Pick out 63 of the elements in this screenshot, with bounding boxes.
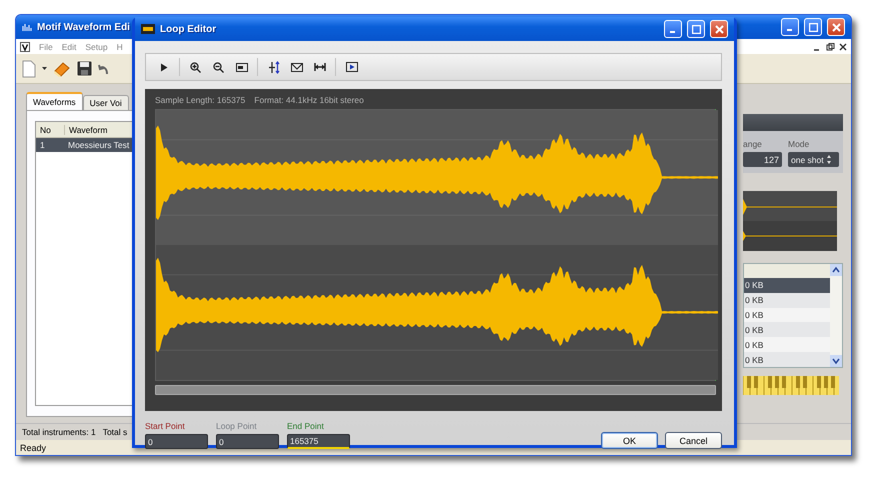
mode-spinner[interactable]: one shot bbox=[788, 152, 839, 167]
close-icon bbox=[832, 22, 840, 32]
maximize-icon bbox=[692, 24, 700, 34]
minimize-button[interactable] bbox=[664, 20, 682, 38]
point-input-field[interactable]: 0 bbox=[145, 434, 208, 449]
column-header[interactable]: No bbox=[36, 124, 65, 134]
eraser-icon[interactable] bbox=[53, 60, 71, 76]
close-icon bbox=[714, 24, 724, 34]
play-icon bbox=[160, 62, 168, 72]
table-cell-text: 1 bbox=[39, 140, 46, 150]
menu-item[interactable]: File bbox=[39, 42, 53, 52]
range-field[interactable]: 127 bbox=[743, 152, 782, 167]
maximize-button[interactable] bbox=[687, 20, 705, 38]
field-label: Mode bbox=[788, 139, 810, 149]
zoom-out-icon bbox=[213, 62, 224, 72]
status-text: Total s bbox=[102, 427, 128, 437]
table-cell-text: Moessieurs Test bbox=[67, 140, 130, 150]
list-row[interactable]: 0 KB bbox=[744, 292, 830, 308]
frame-play-icon bbox=[346, 62, 358, 72]
point-label: Loop Point bbox=[216, 421, 258, 431]
app-icon bbox=[22, 23, 32, 31]
caret-icon[interactable] bbox=[42, 67, 47, 70]
maximize-icon bbox=[808, 22, 818, 32]
minimize-button[interactable] bbox=[781, 18, 799, 36]
dialog-title: Loop Editor bbox=[160, 24, 216, 34]
menu-item[interactable]: Setup bbox=[85, 42, 108, 52]
loop-range-icon bbox=[314, 63, 326, 71]
window-title: Motif Waveform Edi bbox=[37, 22, 130, 32]
ok-button[interactable]: OK bbox=[601, 432, 658, 449]
scroll-up-icon bbox=[830, 264, 842, 276]
info-text: Format: 44.1kHz 16bit stereo bbox=[254, 95, 364, 105]
spinner-arrows-icon bbox=[826, 155, 831, 164]
new-document-icon[interactable] bbox=[22, 60, 36, 78]
scroll-down-icon bbox=[830, 355, 842, 367]
mdi-controls-icon bbox=[813, 42, 847, 50]
menu-item[interactable]: Edit bbox=[62, 42, 76, 52]
info-text: Sample Length: 165375 bbox=[155, 95, 246, 105]
tab[interactable]: User Voi bbox=[82, 95, 129, 110]
list-row[interactable]: 0 KB bbox=[744, 322, 830, 338]
cancel-button[interactable]: Cancel bbox=[665, 432, 722, 449]
list-row[interactable]: 1 Moessieurs Test bbox=[36, 138, 133, 152]
save-icon[interactable] bbox=[77, 61, 92, 76]
menu-item[interactable]: H bbox=[116, 42, 123, 52]
status-text: Total instruments: 1 bbox=[22, 427, 96, 437]
fit-view-icon bbox=[236, 62, 248, 72]
close-button[interactable] bbox=[710, 20, 728, 38]
zoom-in-icon bbox=[190, 62, 201, 72]
list-row[interactable]: 0 KB bbox=[744, 308, 830, 322]
horizontal-scrollbar[interactable] bbox=[155, 385, 716, 395]
scrollbar[interactable] bbox=[830, 264, 842, 367]
point-label: Start Point bbox=[145, 421, 186, 431]
list-row[interactable]: 0 KB bbox=[744, 352, 830, 368]
field-label: ange bbox=[743, 139, 763, 149]
vertical-zoom-icon bbox=[268, 60, 280, 74]
close-button[interactable] bbox=[827, 18, 845, 36]
list-row[interactable]: 0 KB bbox=[744, 337, 830, 352]
point-input-field[interactable]: 165375 bbox=[287, 434, 350, 449]
maximize-button[interactable] bbox=[804, 18, 822, 36]
point-label: End Point bbox=[287, 421, 325, 431]
waveform-app-icon bbox=[141, 24, 155, 34]
tab[interactable]: Waveforms bbox=[26, 92, 83, 110]
point-input-field[interactable]: 0 bbox=[216, 434, 279, 449]
list-row[interactable]: 0 KB bbox=[744, 278, 830, 293]
